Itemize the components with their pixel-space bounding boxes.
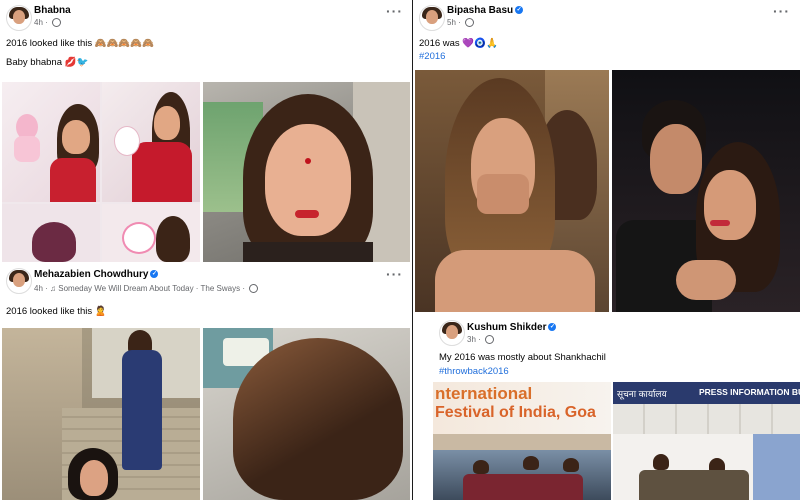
post-kushum: Kushum Shikder ✓ 3h · My 2016 was mostly …: [413, 314, 800, 500]
post-photo[interactable]: [2, 328, 200, 500]
globe-icon: [485, 335, 495, 345]
post-time[interactable]: 4h ·: [34, 18, 62, 28]
more-options-icon[interactable]: ···: [386, 3, 403, 19]
banner-text: nternational: [435, 384, 533, 403]
avatar[interactable]: [6, 268, 32, 294]
post-time[interactable]: 3h ·: [467, 335, 495, 345]
author-name[interactable]: Bipasha Basu ✓: [447, 5, 524, 16]
hashtag-link[interactable]: #throwback2016: [439, 366, 509, 377]
post-text: 2016 looked like this 🙎: [6, 306, 107, 317]
author-name[interactable]: Bhabna: [34, 5, 71, 16]
avatar[interactable]: [419, 5, 445, 31]
banner-text: सूचना कार्यालय: [617, 389, 667, 399]
post-photo[interactable]: [203, 328, 410, 500]
post-text: 2016 looked like this 🙈🙈🙈🙈🙈: [6, 38, 154, 49]
post-bipasha: Bipasha Basu ✓ 5h · ··· 2016 was 💜🧿🙏 #201…: [413, 0, 800, 312]
author-name[interactable]: Kushum Shikder ✓: [467, 322, 557, 333]
post-photo-collage[interactable]: [2, 82, 200, 262]
hashtag-link[interactable]: #2016: [419, 51, 445, 62]
left-feed-column: Bhabna 4h · ··· 2016 looked like this 🙈🙈…: [0, 0, 412, 500]
more-options-icon[interactable]: ···: [773, 3, 790, 19]
post-photo[interactable]: nternational Festival of India, Goa: [433, 382, 611, 500]
post-photo[interactable]: [415, 70, 609, 312]
avatar[interactable]: [439, 320, 465, 346]
post-photo[interactable]: [203, 82, 410, 262]
verified-icon: ✓: [150, 270, 159, 279]
post-text: My 2016 was mostly about Shankhachil: [439, 352, 606, 363]
post-time[interactable]: 5h ·: [447, 18, 475, 28]
post-bhabna: Bhabna 4h · ··· 2016 looked like this 🙈🙈…: [0, 0, 412, 262]
post-photo[interactable]: सूचना कार्यालय PRESS INFORMATION BU: [613, 382, 800, 500]
globe-icon: [465, 18, 475, 28]
globe-icon: [52, 18, 62, 28]
right-feed-column: Bipasha Basu ✓ 5h · ··· 2016 was 💜🧿🙏 #201…: [413, 0, 800, 500]
banner-text: Festival of India, Goa: [435, 404, 596, 421]
verified-icon: ✓: [515, 6, 524, 15]
post-text: Baby bhabna 💋🐦: [6, 57, 89, 68]
globe-icon: [249, 284, 259, 294]
verified-icon: ✓: [548, 323, 557, 332]
music-note-icon: ♫: [50, 284, 57, 293]
post-mehazabien: Mehazabien Chowdhury ✓ 4h · ♫ Someday We …: [0, 262, 412, 500]
post-meta[interactable]: 4h · ♫ Someday We Will Dream About Today…: [34, 284, 259, 294]
more-options-icon[interactable]: ···: [386, 266, 403, 282]
post-text: 2016 was 💜🧿🙏: [419, 38, 498, 49]
banner-text: PRESS INFORMATION BU: [699, 387, 800, 397]
avatar[interactable]: [6, 5, 32, 31]
post-photo[interactable]: [612, 70, 800, 312]
author-name[interactable]: Mehazabien Chowdhury ✓: [34, 269, 159, 280]
